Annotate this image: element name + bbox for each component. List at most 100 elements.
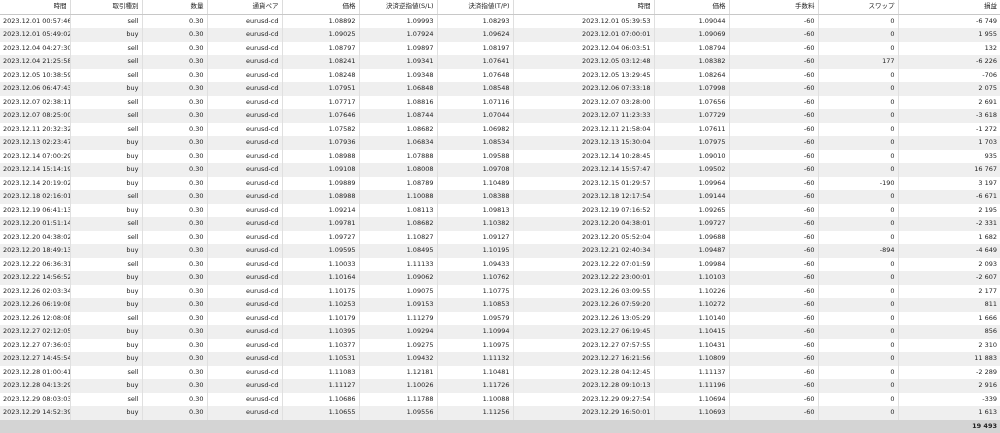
table-row[interactable]: 2023.12.27 07:36:03buy0.30eurusd-cd1.103… (0, 339, 1000, 353)
open-price-cell: 1.07936 (282, 136, 359, 150)
table-row[interactable]: 2023.12.06 06:47:43buy0.30eurusd-cd1.079… (0, 82, 1000, 96)
table-row[interactable]: 2023.12.04 04:27:30sell0.30eurusd-cd1.08… (0, 42, 1000, 56)
profit-cell: 2 195 (898, 204, 1000, 218)
volume-cell: 0.30 (142, 244, 207, 258)
column-header-open-time[interactable]: 時間 (0, 0, 70, 14)
column-header-take-profit[interactable]: 決済指値(T/P) (437, 0, 513, 14)
table-row[interactable]: 2023.12.26 02:03:34buy0.30eurusd-cd1.101… (0, 285, 1000, 299)
table-row[interactable]: 2023.12.19 06:41:13buy0.30eurusd-cd1.092… (0, 204, 1000, 218)
table-row[interactable]: 2023.12.26 12:08:08sell0.30eurusd-cd1.10… (0, 312, 1000, 326)
swap-cell: 0 (818, 204, 898, 218)
symbol-cell: eurusd-cd (207, 123, 282, 137)
volume-cell: 0.30 (142, 28, 207, 42)
table-row[interactable]: 2023.12.22 14:56:52buy0.30eurusd-cd1.101… (0, 271, 1000, 285)
stop-loss-cell: 1.09993 (359, 14, 437, 28)
open-time-cell: 2023.12.07 08:25:00 (0, 109, 70, 123)
profit-cell: -6 671 (898, 190, 1000, 204)
stop-loss-cell: 1.07888 (359, 150, 437, 164)
volume-cell: 0.30 (142, 366, 207, 380)
commission-cell: -60 (729, 366, 818, 380)
commission-cell: -60 (729, 325, 818, 339)
close-time-cell: 2023.12.22 07:01:59 (513, 258, 654, 272)
type-cell: sell (70, 42, 142, 56)
column-header-type[interactable]: 取引種別 (70, 0, 142, 14)
column-header-close-time[interactable]: 時間 (513, 0, 654, 14)
table-row[interactable]: 2023.12.28 01:00:41sell0.30eurusd-cd1.11… (0, 366, 1000, 380)
table-row[interactable]: 2023.12.28 04:13:29buy0.30eurusd-cd1.111… (0, 379, 1000, 393)
close-time-cell: 2023.12.28 04:12:45 (513, 366, 654, 380)
close-time-cell: 2023.12.01 05:39:53 (513, 14, 654, 28)
symbol-cell: eurusd-cd (207, 204, 282, 218)
profit-cell: 935 (898, 150, 1000, 164)
type-cell: buy (70, 204, 142, 218)
table-row[interactable]: 2023.12.01 00:57:46sell0.30eurusd-cd1.08… (0, 14, 1000, 28)
column-header-volume[interactable]: 数量 (142, 0, 207, 14)
profit-cell: 1 666 (898, 312, 1000, 326)
column-header-profit[interactable]: 損益 (898, 0, 1000, 14)
table-row[interactable]: 2023.12.20 01:51:14sell0.30eurusd-cd1.09… (0, 217, 1000, 231)
volume-cell: 0.30 (142, 379, 207, 393)
column-header-symbol[interactable]: 通貨ペア (207, 0, 282, 14)
table-row[interactable]: 2023.12.07 02:38:11sell0.30eurusd-cd1.07… (0, 96, 1000, 110)
close-price-cell: 1.09487 (654, 244, 729, 258)
profit-cell: 856 (898, 325, 1000, 339)
table-row[interactable]: 2023.12.18 02:16:01sell0.30eurusd-cd1.08… (0, 190, 1000, 204)
close-time-cell: 2023.12.27 06:19:45 (513, 325, 654, 339)
stop-loss-cell: 1.06834 (359, 136, 437, 150)
type-cell: buy (70, 406, 142, 420)
column-header-close-price[interactable]: 価格 (654, 0, 729, 14)
table-row[interactable]: 2023.12.29 08:03:03sell0.30eurusd-cd1.10… (0, 393, 1000, 407)
table-row[interactable]: 2023.12.05 10:38:59sell0.30eurusd-cd1.08… (0, 69, 1000, 83)
type-cell: sell (70, 55, 142, 69)
table-row[interactable]: 2023.12.22 06:36:31sell0.30eurusd-cd1.10… (0, 258, 1000, 272)
symbol-cell: eurusd-cd (207, 325, 282, 339)
table-row[interactable]: 2023.12.14 07:00:29buy0.30eurusd-cd1.089… (0, 150, 1000, 164)
profit-cell: 16 767 (898, 163, 1000, 177)
profit-cell: 1 613 (898, 406, 1000, 420)
table-row[interactable]: 2023.12.27 02:12:05buy0.30eurusd-cd1.103… (0, 325, 1000, 339)
table-row[interactable]: 2023.12.04 21:25:58sell0.30eurusd-cd1.08… (0, 55, 1000, 69)
table-row[interactable]: 2023.12.27 14:45:54buy0.30eurusd-cd1.105… (0, 352, 1000, 366)
commission-cell: -60 (729, 271, 818, 285)
column-header-swap[interactable]: スワップ (818, 0, 898, 14)
table-row[interactable]: 2023.12.20 04:38:02sell0.30eurusd-cd1.09… (0, 231, 1000, 245)
close-price-cell: 1.08382 (654, 55, 729, 69)
table-row[interactable]: 2023.12.26 06:19:08buy0.30eurusd-cd1.102… (0, 298, 1000, 312)
close-price-cell: 1.09688 (654, 231, 729, 245)
symbol-cell: eurusd-cd (207, 177, 282, 191)
table-row[interactable]: 2023.12.01 05:49:02buy0.30eurusd-cd1.090… (0, 28, 1000, 42)
table-row[interactable]: 2023.12.13 02:23:47buy0.30eurusd-cd1.079… (0, 136, 1000, 150)
column-header-open-price[interactable]: 価格 (282, 0, 359, 14)
open-price-cell: 1.10253 (282, 298, 359, 312)
trade-history-table: 時間 取引種別 数量 通貨ペア 価格 決済逆指値(S/L) 決済指値(T/P) … (0, 0, 1000, 433)
stop-loss-cell: 1.08495 (359, 244, 437, 258)
commission-cell: -60 (729, 136, 818, 150)
table-row[interactable]: 2023.12.20 18:49:13buy0.30eurusd-cd1.095… (0, 244, 1000, 258)
stop-loss-cell: 1.10088 (359, 190, 437, 204)
stop-loss-cell: 1.09432 (359, 352, 437, 366)
open-price-cell: 1.09595 (282, 244, 359, 258)
close-time-cell: 2023.12.04 06:03:51 (513, 42, 654, 56)
close-time-cell: 2023.12.14 15:57:47 (513, 163, 654, 177)
take-profit-cell: 1.10853 (437, 298, 513, 312)
type-cell: sell (70, 109, 142, 123)
open-price-cell: 1.07717 (282, 96, 359, 110)
type-cell: buy (70, 244, 142, 258)
open-price-cell: 1.10033 (282, 258, 359, 272)
table-row[interactable]: 2023.12.14 15:14:19buy0.30eurusd-cd1.091… (0, 163, 1000, 177)
table-row[interactable]: 2023.12.11 20:32:32sell0.30eurusd-cd1.07… (0, 123, 1000, 137)
symbol-cell: eurusd-cd (207, 150, 282, 164)
table-row[interactable]: 2023.12.07 08:25:00sell0.30eurusd-cd1.07… (0, 109, 1000, 123)
stop-loss-cell: 1.09348 (359, 69, 437, 83)
table-row[interactable]: 2023.12.29 14:52:39buy0.30eurusd-cd1.106… (0, 406, 1000, 420)
column-header-commission[interactable]: 手数料 (729, 0, 818, 14)
stop-loss-cell: 1.09341 (359, 55, 437, 69)
total-profit-value: 19 493 (898, 420, 1000, 433)
table-row[interactable]: 2023.12.14 20:19:02buy0.30eurusd-cd1.098… (0, 177, 1000, 191)
open-time-cell: 2023.12.11 20:32:32 (0, 123, 70, 137)
swap-cell: 0 (818, 28, 898, 42)
close-price-cell: 1.09069 (654, 28, 729, 42)
volume-cell: 0.30 (142, 14, 207, 28)
close-time-cell: 2023.12.18 12:17:54 (513, 190, 654, 204)
column-header-stop-loss[interactable]: 決済逆指値(S/L) (359, 0, 437, 14)
